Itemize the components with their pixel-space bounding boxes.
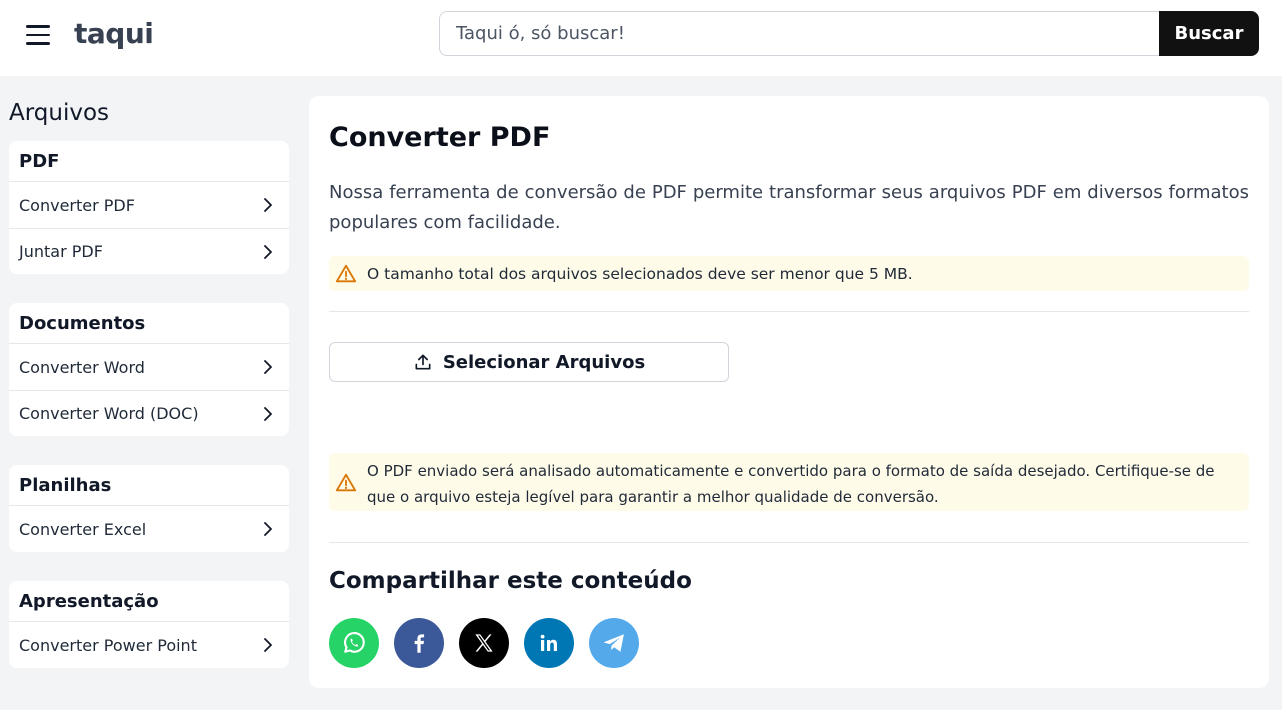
- select-files-label: Selecionar Arquivos: [442, 351, 646, 373]
- header: taqui Buscar: [0, 0, 1282, 76]
- upload-icon: [415, 354, 431, 370]
- chevron-right-icon: [261, 198, 275, 212]
- logo[interactable]: taqui: [74, 17, 154, 50]
- linkedin-icon: [540, 634, 557, 651]
- chevron-right-icon: [261, 638, 275, 652]
- sidebar-group-planilhas: Planilhas Converter Excel: [9, 465, 289, 552]
- share-whatsapp-button[interactable]: [329, 618, 379, 668]
- x-icon: [475, 634, 493, 652]
- warning-icon: [335, 264, 357, 282]
- sidebar-group-title: Planilhas: [9, 465, 289, 506]
- divider: [329, 542, 1249, 543]
- sidebar-item-converter-word-doc[interactable]: Converter Word (DOC): [9, 390, 289, 436]
- sidebar-item-label: Converter PDF: [19, 195, 135, 215]
- hamburger-menu-icon[interactable]: [26, 22, 56, 48]
- share-title: Compartilhar este conteúdo: [329, 568, 692, 594]
- process-warning-alert: O PDF enviado será analisado automaticam…: [329, 453, 1249, 511]
- search-input[interactable]: [439, 11, 1161, 56]
- main-card: Converter PDF Nossa ferramenta de conver…: [309, 96, 1269, 688]
- page-title: Converter PDF: [329, 122, 551, 153]
- chevron-right-icon: [261, 244, 275, 259]
- sidebar-item-label: Converter Word: [19, 357, 145, 377]
- size-warning-alert: O tamanho total dos arquivos selecionado…: [329, 256, 1249, 291]
- process-warning-text: O PDF enviado será analisado automaticam…: [367, 462, 1215, 506]
- chevron-right-icon: [261, 522, 275, 536]
- share-telegram-button[interactable]: [589, 618, 639, 668]
- sidebar-group-apresentacao: Apresentação Converter Power Point: [9, 581, 289, 668]
- sidebar-item-label: Converter Word (DOC): [19, 404, 199, 423]
- sidebar-item-converter-word[interactable]: Converter Word: [9, 344, 289, 390]
- share-facebook-button[interactable]: [394, 618, 444, 668]
- sidebar-group-pdf: PDF Converter PDF Juntar PDF: [9, 141, 289, 274]
- share-x-button[interactable]: [459, 618, 509, 668]
- search-button[interactable]: Buscar: [1159, 11, 1259, 56]
- chevron-right-icon: [261, 406, 275, 421]
- sidebar-item-converter-pdf[interactable]: Converter PDF: [9, 182, 289, 228]
- sidebar-item-converter-power-point[interactable]: Converter Power Point: [9, 622, 289, 668]
- sidebar-item-label: Converter Power Point: [19, 635, 197, 655]
- sidebar-item-label: Converter Excel: [19, 519, 147, 539]
- sidebar-group-title: Documentos: [9, 303, 289, 344]
- sidebar-title: Arquivos: [9, 100, 110, 126]
- share-linkedin-button[interactable]: [524, 618, 574, 668]
- facebook-icon: [414, 634, 425, 653]
- size-warning-text: O tamanho total dos arquivos selecionado…: [367, 264, 913, 283]
- whatsapp-icon: [344, 632, 365, 653]
- sidebar-group-title: Apresentação: [9, 581, 289, 622]
- page-description: Nossa ferramenta de conversão de PDF per…: [329, 182, 1249, 233]
- divider: [329, 311, 1249, 312]
- sidebar-group-documentos: Documentos Converter Word Converter Word…: [9, 303, 289, 436]
- telegram-icon: [603, 634, 624, 652]
- warning-icon: [335, 473, 357, 492]
- sidebar-item-label: Juntar PDF: [19, 242, 103, 261]
- sidebar-item-juntar-pdf[interactable]: Juntar PDF: [9, 228, 289, 274]
- sidebar-group-title: PDF: [9, 141, 289, 182]
- select-files-button[interactable]: Selecionar Arquivos: [329, 342, 729, 382]
- sidebar-item-converter-excel[interactable]: Converter Excel: [9, 506, 289, 552]
- chevron-right-icon: [261, 360, 275, 374]
